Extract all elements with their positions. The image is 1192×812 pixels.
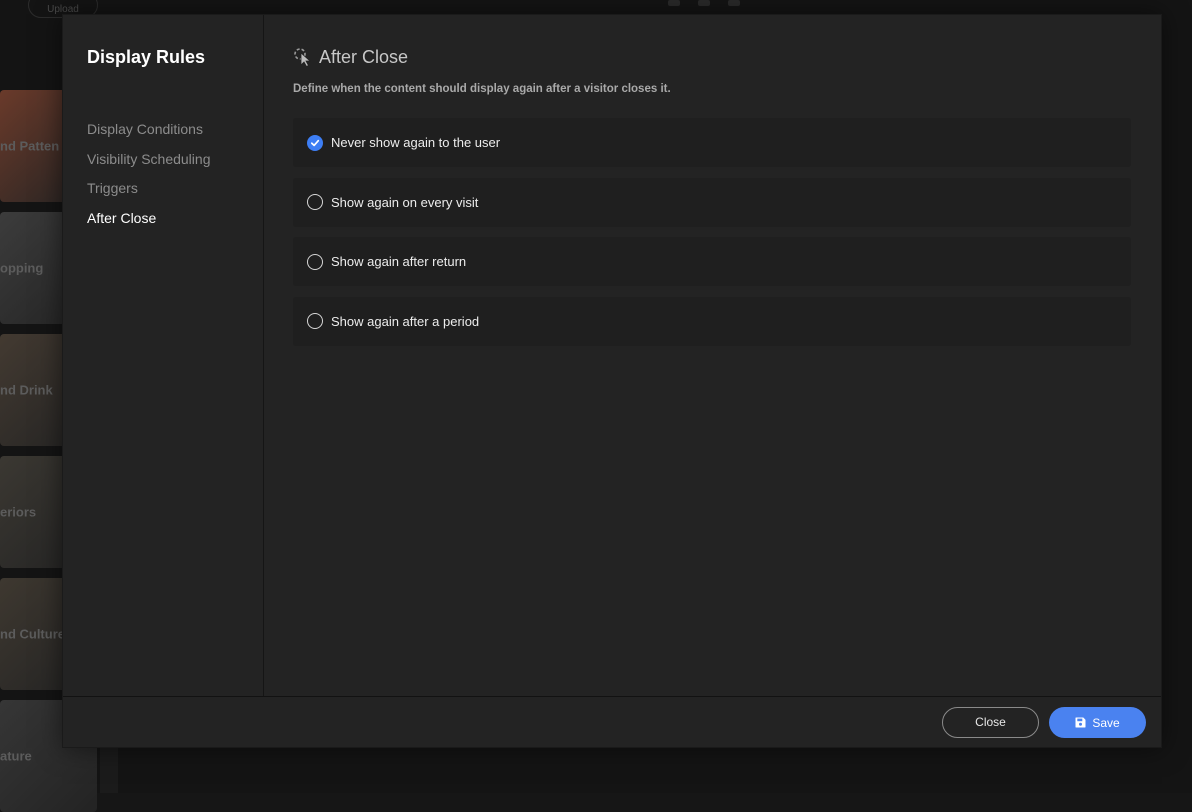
option-show-after-period[interactable]: Show again after a period	[293, 296, 1131, 346]
option-label: Show again after a period	[331, 313, 480, 329]
section-description: Define when the content should display a…	[293, 83, 671, 95]
save-button-label: Save	[1092, 715, 1120, 730]
option-show-after-return[interactable]: Show again after return	[293, 237, 1131, 286]
save-button[interactable]: Save	[1049, 707, 1146, 738]
background-card-label: nd Patten	[0, 138, 60, 154]
section-title: After Close	[319, 46, 409, 67]
background-card-label: ature	[0, 748, 32, 764]
sidebar-item-display-conditions[interactable]: Display Conditions	[87, 119, 210, 149]
after-close-options: Never show again to the user Show again …	[293, 118, 1131, 346]
section-header: After Close	[293, 45, 1131, 69]
option-label: Show again after return	[331, 254, 467, 269]
option-show-every-visit[interactable]: Show again on every visit	[293, 177, 1131, 227]
option-never-show-again[interactable]: Never show again to the user	[293, 118, 1131, 167]
sidebar-nav: Display Conditions Visibility Scheduling…	[87, 119, 210, 237]
background-card-label: opping	[0, 260, 44, 276]
background-toolbar-icon	[698, 0, 710, 6]
modal-content: After Close Define when the content shou…	[293, 45, 1131, 356]
sidebar-item-after-close[interactable]: After Close	[87, 208, 210, 238]
sidebar-item-visibility-scheduling[interactable]: Visibility Scheduling	[87, 149, 210, 179]
background-toolbar	[668, 0, 740, 6]
radio-unchecked-icon[interactable]	[307, 194, 323, 210]
background-toolbar-icon	[728, 0, 740, 6]
radio-unchecked-icon[interactable]	[307, 313, 323, 329]
background-card-label: nd Culture	[0, 626, 65, 642]
pointer-click-icon	[294, 48, 312, 67]
checkmark-icon	[310, 139, 320, 146]
background-card-label: nd Drink	[0, 382, 53, 398]
radio-unchecked-icon[interactable]	[307, 253, 323, 270]
option-label: Never show again to the user	[331, 135, 501, 150]
modal-sidebar: Display Rules Display Conditions Visibil…	[63, 15, 264, 696]
display-rules-modal: Display Rules Display Conditions Visibil…	[62, 14, 1162, 748]
option-label: Show again on every visit	[331, 194, 479, 210]
radio-checked-icon[interactable]	[307, 134, 323, 151]
close-button[interactable]: Close	[942, 707, 1039, 738]
background-card-label: eriors	[0, 504, 37, 520]
background-toolbar-icon	[668, 0, 680, 6]
modal-footer: Close Save	[63, 696, 1161, 749]
save-icon	[1075, 717, 1086, 728]
sidebar-item-triggers[interactable]: Triggers	[87, 178, 210, 208]
sidebar-title: Display Rules	[87, 47, 206, 67]
